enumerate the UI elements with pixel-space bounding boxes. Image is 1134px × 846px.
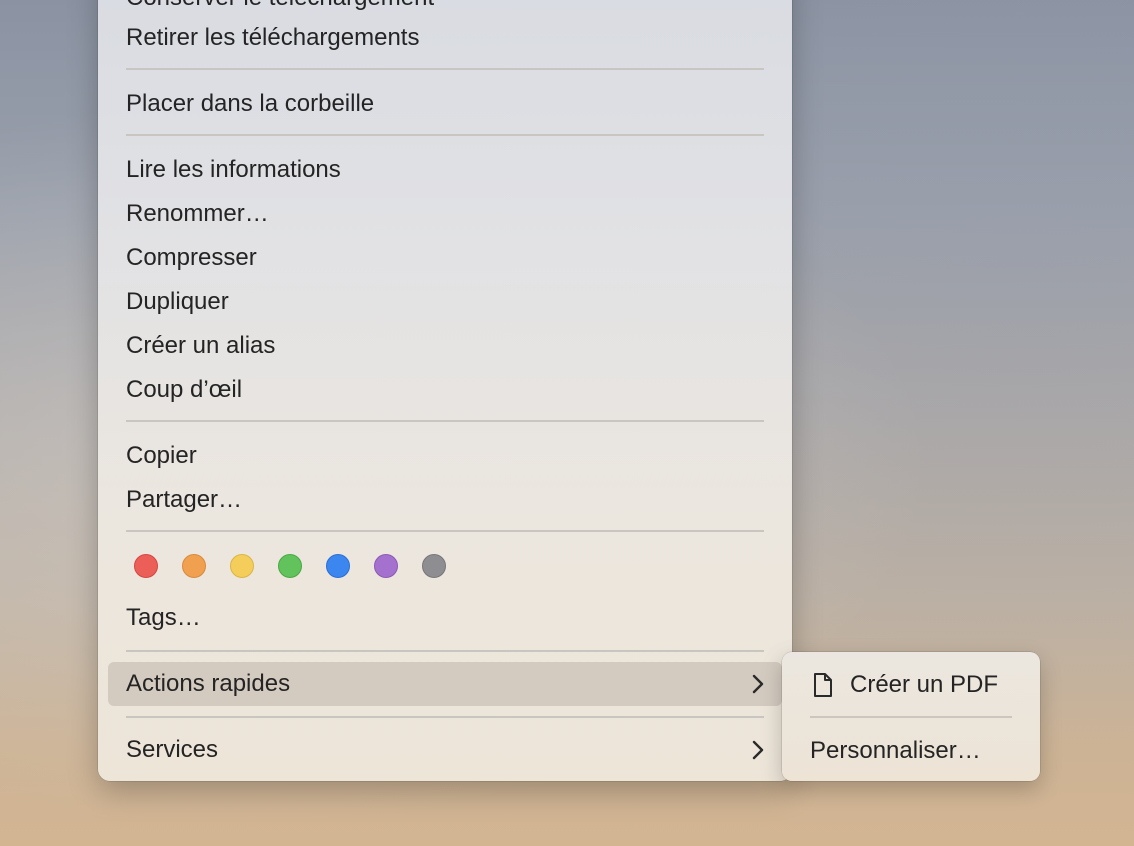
tag-color-purple[interactable] <box>374 554 398 578</box>
submenu-item-customize[interactable]: Personnaliser… <box>810 731 981 771</box>
quick-actions-submenu: Créer un PDF Personnaliser… <box>782 652 1040 781</box>
chevron-right-icon <box>752 674 764 694</box>
menu-separator <box>126 650 764 652</box>
menu-item-copy[interactable]: Copier <box>126 436 197 476</box>
menu-item-quick-actions[interactable]: Actions rapides <box>126 664 290 704</box>
menu-separator <box>126 68 764 70</box>
menu-item-move-to-trash[interactable]: Placer dans la corbeille <box>126 84 374 124</box>
tag-color-yellow[interactable] <box>230 554 254 578</box>
menu-item-keep-download[interactable]: Conserver le téléchargement <box>126 0 434 18</box>
menu-separator <box>126 716 764 718</box>
menu-item-tags[interactable]: Tags… <box>126 598 201 638</box>
menu-item-get-info[interactable]: Lire les informations <box>126 150 341 190</box>
menu-separator <box>126 530 764 532</box>
menu-item-rename[interactable]: Renommer… <box>126 194 269 234</box>
menu-item-services[interactable]: Services <box>126 730 218 770</box>
tag-color-red[interactable] <box>134 554 158 578</box>
menu-separator <box>126 420 764 422</box>
context-menu: Conserver le téléchargement Retirer les … <box>98 0 792 781</box>
tag-color-orange[interactable] <box>182 554 206 578</box>
menu-item-compress[interactable]: Compresser <box>126 238 257 278</box>
submenu-item-create-pdf[interactable]: Créer un PDF <box>850 665 998 705</box>
tag-color-blue[interactable] <box>326 554 350 578</box>
submenu-separator <box>810 716 1012 718</box>
menu-separator <box>126 134 764 136</box>
tag-color-green[interactable] <box>278 554 302 578</box>
menu-item-make-alias[interactable]: Créer un alias <box>126 326 275 366</box>
menu-item-duplicate[interactable]: Dupliquer <box>126 282 229 322</box>
menu-item-quick-look[interactable]: Coup d’œil <box>126 370 242 410</box>
tag-color-gray[interactable] <box>422 554 446 578</box>
chevron-right-icon <box>752 740 764 760</box>
menu-item-share[interactable]: Partager… <box>126 480 242 520</box>
document-icon <box>814 673 832 697</box>
menu-item-remove-downloads[interactable]: Retirer les téléchargements <box>126 18 419 58</box>
